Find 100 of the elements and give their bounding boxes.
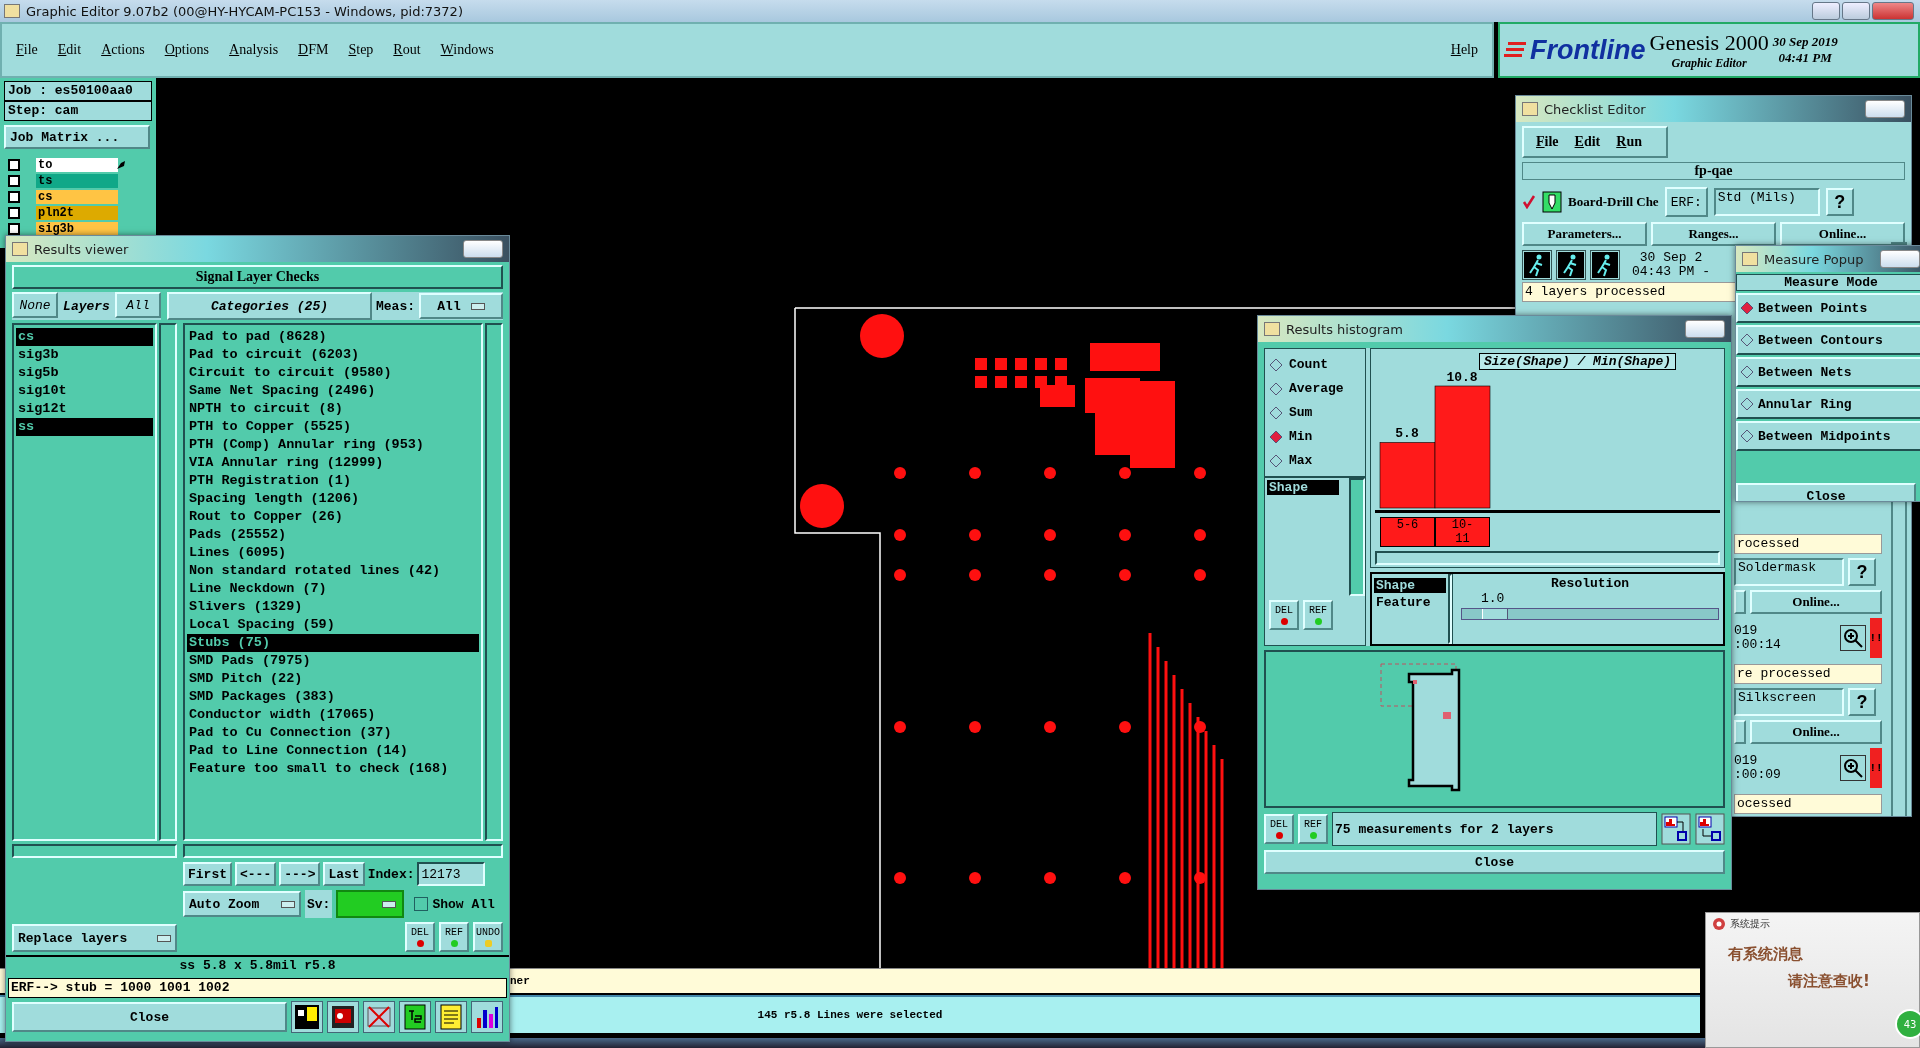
- categories-button[interactable]: Categories (25): [167, 292, 372, 320]
- radio-button[interactable]: [1269, 429, 1283, 444]
- running-figure-icon[interactable]: [1590, 250, 1620, 280]
- bin-label[interactable]: 5-6: [1380, 517, 1435, 547]
- histogram-export-icon[interactable]: [1661, 813, 1691, 845]
- grouping-list-item[interactable]: Feature: [1374, 595, 1446, 610]
- category-list-item[interactable]: Rout to Copper (26): [187, 508, 479, 526]
- radio-button[interactable]: [1269, 357, 1283, 372]
- job-matrix-button[interactable]: Job Matrix ...: [4, 125, 150, 149]
- layer-list-item[interactable]: sig3b: [16, 346, 153, 364]
- running-figure-icon[interactable]: [1522, 250, 1552, 280]
- vertical-scrollbar[interactable]: [1349, 478, 1365, 596]
- notes-icon[interactable]: [435, 1001, 467, 1033]
- bin-label[interactable]: 10-11: [1435, 517, 1490, 547]
- menu-item[interactable]: Actions: [101, 42, 145, 58]
- checkbox[interactable]: [1522, 195, 1536, 209]
- menu-item[interactable]: Analysis: [229, 42, 279, 58]
- radio-button[interactable]: [1269, 381, 1283, 396]
- none-button[interactable]: None: [12, 292, 58, 318]
- close-button[interactable]: [463, 240, 503, 258]
- category-list-item[interactable]: Local Spacing (59): [187, 616, 479, 634]
- close-button[interactable]: [1880, 250, 1920, 268]
- help-button[interactable]: ?: [1825, 188, 1854, 216]
- action-button[interactable]: UNDO: [473, 922, 503, 952]
- menu-item[interactable]: Options: [164, 42, 210, 58]
- crossed-out-icon[interactable]: [363, 1001, 395, 1033]
- resolution-slider[interactable]: [1461, 608, 1719, 620]
- layer-list-item[interactable]: cs: [16, 328, 153, 346]
- menu-item[interactable]: Step: [348, 42, 374, 58]
- radio-button[interactable]: [1269, 405, 1283, 420]
- radio-button[interactable]: [1740, 429, 1754, 443]
- layer-checkbox[interactable]: [8, 207, 20, 219]
- check-button[interactable]: Parameters...: [1522, 222, 1647, 246]
- category-list-item[interactable]: Pad to Cu Connection (37): [187, 724, 479, 742]
- menu-item[interactable]: DFM: [298, 42, 329, 58]
- measure-mode-option[interactable]: Between Points: [1736, 293, 1920, 323]
- action-button[interactable]: DEL: [1264, 814, 1294, 844]
- menu-item[interactable]: Edit: [57, 42, 82, 58]
- check-button[interactable]: [1734, 720, 1746, 744]
- category-list-item[interactable]: Pad to circuit (6203): [187, 346, 479, 364]
- layer-name[interactable]: to: [36, 158, 118, 172]
- check-button[interactable]: [1734, 590, 1746, 614]
- zoom-in-icon[interactable]: [1840, 625, 1866, 651]
- zoom-mode-dropdown[interactable]: Auto Zoom: [183, 891, 301, 917]
- category-list-item[interactable]: PTH to Copper (5525): [187, 418, 479, 436]
- layer-list-item[interactable]: sig12t: [16, 400, 153, 418]
- category-list-item[interactable]: Circuit to circuit (9580): [187, 364, 479, 382]
- maximize-button[interactable]: [1842, 2, 1870, 20]
- layer-list-item[interactable]: sig5b: [16, 364, 153, 382]
- category-list-item[interactable]: SMD Pads (7975): [187, 652, 479, 670]
- check-button[interactable]: Online...: [1780, 222, 1905, 246]
- menu-item[interactable]: Run: [1616, 134, 1642, 150]
- radio-button[interactable]: [1740, 333, 1754, 347]
- severity-dropdown[interactable]: [336, 890, 405, 918]
- layer-name[interactable]: cs: [36, 190, 118, 204]
- navigation-button[interactable]: Last: [323, 862, 365, 886]
- action-button[interactable]: DEL: [1269, 600, 1299, 630]
- layer-list-item[interactable]: sig10t: [16, 382, 153, 400]
- category-list-item[interactable]: SMD Packages (383): [187, 688, 479, 706]
- vertical-scrollbar[interactable]: [485, 323, 503, 841]
- category-list-item[interactable]: NPTH to circuit (8): [187, 400, 479, 418]
- category-list-item[interactable]: Line Neckdown (7): [187, 580, 479, 598]
- layer-checkbox[interactable]: [8, 175, 20, 187]
- help-button[interactable]: ?: [1848, 688, 1876, 716]
- minimize-button[interactable]: [1812, 2, 1840, 20]
- layers-icon[interactable]: [291, 1001, 323, 1033]
- menu-item[interactable]: File: [16, 42, 38, 58]
- navigation-button[interactable]: <---: [235, 862, 277, 886]
- online-button[interactable]: Online...: [1750, 720, 1882, 744]
- menu-item[interactable]: Edit: [1574, 134, 1601, 150]
- layer-checkbox[interactable]: [8, 191, 20, 203]
- online-button[interactable]: Online...: [1750, 590, 1882, 614]
- slider-thumb[interactable]: [1482, 609, 1509, 619]
- menu-item[interactable]: Rout: [393, 42, 421, 58]
- erf-field[interactable]: Std (Mils): [1713, 188, 1820, 216]
- navigation-button[interactable]: --->: [279, 862, 321, 886]
- action-button[interactable]: REF: [1303, 600, 1333, 630]
- grouping-list-item[interactable]: Shape: [1374, 578, 1446, 593]
- erf-field[interactable]: Silkscreen: [1734, 688, 1844, 716]
- category-list-item[interactable]: Same Net Spacing (2496): [187, 382, 479, 400]
- action-button[interactable]: DEL: [405, 922, 435, 952]
- category-list-item[interactable]: Pad to Line Connection (14): [187, 742, 479, 760]
- erf-button[interactable]: ERF:: [1664, 187, 1708, 217]
- close-button[interactable]: Close: [12, 1002, 287, 1032]
- radio-button[interactable]: [1740, 397, 1754, 411]
- category-list-item[interactable]: VIA Annular ring (12999): [187, 454, 479, 472]
- category-list-item[interactable]: Feature too small to check (168): [187, 760, 479, 778]
- close-button[interactable]: [1865, 100, 1905, 118]
- category-list-item[interactable]: Lines (6095): [187, 544, 479, 562]
- category-list-item[interactable]: Non standard rotated lines (42): [187, 562, 479, 580]
- histogram-import-icon[interactable]: [1695, 813, 1725, 845]
- category-list-item[interactable]: PTH (Comp) Annular ring (953): [187, 436, 479, 454]
- action-button[interactable]: REF: [439, 922, 469, 952]
- meas-dropdown[interactable]: All: [419, 293, 503, 319]
- horizontal-scrollbar[interactable]: [1375, 551, 1720, 565]
- category-list-item[interactable]: SMD Pitch (22): [187, 670, 479, 688]
- check-button[interactable]: Ranges...: [1651, 222, 1776, 246]
- monitor-icon[interactable]: [327, 1001, 359, 1033]
- close-button[interactable]: [1685, 320, 1725, 338]
- measure-mode-option[interactable]: Between Nets: [1736, 357, 1920, 387]
